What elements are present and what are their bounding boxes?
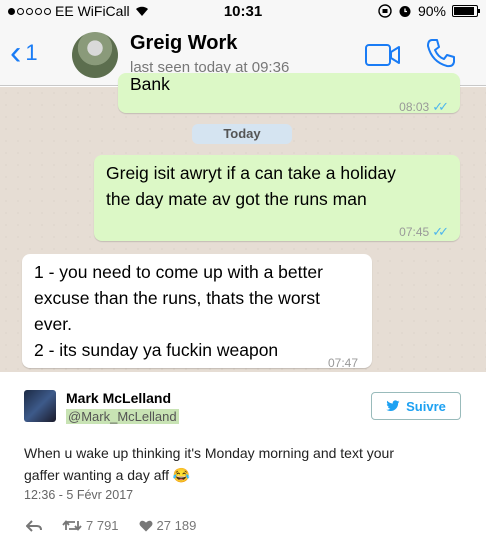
rotation-lock-icon [378,4,392,18]
back-button[interactable]: ‹ 1 [10,34,38,72]
message-meta: 08:03 ✓✓ [399,94,450,120]
message-line: excuse than the runs, thats the worst [34,288,320,308]
double-check-icon: ✓✓ [432,224,449,239]
follow-button-label: Suivre [406,398,446,414]
phone-icon[interactable] [424,36,458,70]
message-text: Bank [130,74,170,94]
carrier-label: EE WiFiCall [55,3,130,19]
status-bar: EE WiFiCall 10:31 90% [0,0,486,22]
reply-icon [26,519,42,532]
follow-button[interactable]: Suivre [371,392,461,420]
tweet-text-line: When u wake up thinking it's Monday morn… [24,445,394,461]
message-time: 08:03 [399,100,430,114]
double-check-icon: ✓✓ [432,99,449,114]
wifi-icon [135,6,148,16]
message-bubble-incoming[interactable]: 1 - you need to come up with a better ex… [22,254,372,370]
message-meta: 07:47 [328,350,358,372]
like-button[interactable]: 27 189 [139,518,197,533]
whatsapp-screenshot: EE WiFiCall 10:31 90% ‹ 1 Greig Work las… [0,0,486,372]
retweet-icon [62,520,82,531]
retweet-count: 7 791 [86,518,119,533]
chat-area[interactable]: Bank 08:03 ✓✓ Today Greig isit awryt if … [0,73,486,372]
tweet-actions: 7 791 27 189 [26,518,216,533]
reply-button[interactable] [26,519,42,532]
message-bubble-outgoing[interactable]: Bank 08:03 ✓✓ [118,73,460,114]
message-line: the day mate av got the runs man [106,189,367,209]
tweet-text-line: gaffer wanting a day aff 😂 [24,467,191,483]
tweet-author-avatar[interactable] [24,390,56,422]
message-time: 07:47 [327,356,358,370]
alarm-icon [399,6,411,17]
message-time: 07:45 [399,225,430,239]
tweet-author-handle[interactable]: @Mark_McLelland [66,409,179,424]
message-meta: 07:45 ✓✓ [399,219,450,245]
signal-strength-icon [8,7,51,15]
message-line: 1 - you need to come up with a better [34,262,323,282]
video-call-icon[interactable] [364,40,402,70]
status-right: 90% [308,3,480,19]
retweet-button[interactable]: 7 791 [62,518,119,533]
twitter-bird-icon [386,400,400,411]
tweet-text: When u wake up thinking it's Monday morn… [24,442,464,486]
back-unread-count: 1 [25,40,38,65]
heart-icon [139,520,153,531]
like-count: 27 189 [156,518,197,533]
contact-name[interactable]: Greig Work [130,32,237,55]
tweet-card: Mark McLelland @Mark_McLelland Suivre Wh… [0,372,486,544]
battery-icon [452,5,480,17]
status-time: 10:31 [223,2,263,20]
tweet-author-name[interactable]: Mark McLelland [66,390,171,406]
message-line: Greig isit awryt if a can take a holiday [106,163,396,183]
date-separator: Today [192,124,292,144]
message-line: 2 - its sunday ya fuckin weapon [34,340,279,360]
contact-avatar[interactable] [72,32,118,78]
status-left: EE WiFiCall [8,3,178,19]
message-bubble-outgoing[interactable]: Greig isit awryt if a can take a holiday… [94,155,460,241]
chevron-left-icon: ‹ [10,34,22,72]
tweet-timestamp[interactable]: 12:36 - 5 Févr 2017 [24,488,133,502]
message-line: ever. [34,314,72,334]
battery-percentage: 90% [417,3,446,19]
